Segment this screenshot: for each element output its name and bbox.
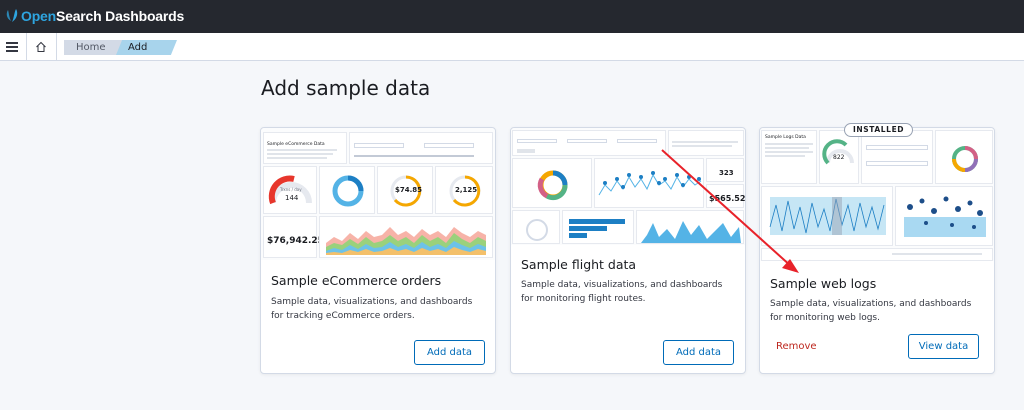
sample-card-ecommerce: Sample eCommerce Data Trxns / day 144 $7…: [260, 127, 496, 374]
thumb-controls: [512, 130, 666, 156]
thumb-area-chart: [319, 216, 493, 258]
thumb-metric-2: $565.52: [706, 184, 745, 208]
thumb-panel: Sample Logs Data: [761, 130, 817, 184]
divider: [26, 33, 27, 61]
remove-link[interactable]: Remove: [776, 341, 817, 352]
home-icon[interactable]: [35, 41, 47, 53]
thumb-headline: $76,942.25: [263, 216, 324, 258]
sample-card-web-logs: Sample Logs Data 822 INSTALLED Sample we…: [759, 123, 995, 374]
installed-badge: INSTALLED: [844, 123, 914, 137]
flights-thumbnail: 323 $565.52: [511, 128, 745, 245]
menu-icon[interactable]: [6, 42, 18, 52]
ecommerce-thumbnail: Sample eCommerce Data Trxns / day 144 $7…: [261, 128, 495, 260]
gauge-label: Trxns / day: [280, 187, 302, 192]
thumb-gauge: 822: [819, 130, 859, 184]
thumb-donut: [512, 158, 592, 208]
thumb-donut: [935, 130, 993, 184]
thumb-panel: Sample eCommerce Data: [263, 132, 347, 164]
metric-2-value: $565.52: [709, 194, 745, 203]
card-title: Sample eCommerce orders: [271, 273, 442, 288]
thumb-bar-chart: [562, 210, 634, 244]
thumb-gauge: [512, 210, 560, 244]
thumb-scatter: [594, 158, 704, 208]
card-title: Sample web logs: [770, 276, 877, 291]
thumb-controls: [349, 132, 493, 164]
opensearch-logo[interactable]: OpenSearch Dashboards: [5, 7, 184, 24]
thumb-metric-1: $74.85: [377, 166, 433, 214]
headline-value: $76,942.25: [267, 236, 324, 246]
card-title: Sample flight data: [521, 257, 637, 272]
thumb-area-chart: [636, 210, 744, 244]
thumb-panel-title: Sample eCommerce Data: [267, 142, 325, 147]
page-title: Add sample data: [261, 76, 431, 100]
thumb-scatter: [895, 186, 993, 246]
thumb-metric-2: 2,125: [435, 166, 493, 214]
breadcrumb-home[interactable]: Home: [64, 40, 123, 55]
brand-name: OpenSearch Dashboards: [21, 7, 185, 24]
thumb-gauge: Trxns / day 144: [263, 166, 317, 214]
card-description: Sample data, visualizations, and dashboa…: [521, 280, 723, 304]
breadcrumb-add-data: Add data: [116, 40, 177, 55]
thumb-panel-title: Sample Logs Data: [765, 135, 806, 140]
add-data-button[interactable]: Add data: [414, 340, 485, 365]
top-header: OpenSearch Dashboards: [0, 0, 1024, 33]
divider: [56, 33, 57, 61]
thumb-panel: [668, 130, 744, 156]
thumb-table: [761, 248, 993, 261]
metric-1-value: $74.85: [395, 186, 423, 194]
card-description: Sample data, visualizations, and dashboa…: [271, 297, 473, 321]
thumb-metric-1: 323: [706, 158, 744, 182]
sample-card-flights: 323 $565.52 Sample flight data Sample da…: [510, 127, 746, 374]
card-description: Sample data, visualizations, and dashboa…: [770, 299, 972, 323]
gauge-value: 822: [833, 154, 845, 161]
add-data-button[interactable]: Add data: [663, 340, 734, 365]
thumb-controls: [861, 130, 933, 184]
thumb-bar-chart: [761, 186, 893, 246]
metric-2-value: 2,125: [455, 186, 478, 194]
metric-1-value: 323: [719, 169, 734, 177]
opensearch-logo-icon: [6, 9, 18, 22]
view-data-button[interactable]: View data: [908, 334, 979, 359]
breadcrumb-bar: Home Add data: [0, 33, 1024, 61]
gauge-value: 144: [285, 194, 299, 202]
thumb-donut: [319, 166, 375, 214]
web-logs-thumbnail: Sample Logs Data 822: [760, 128, 994, 261]
